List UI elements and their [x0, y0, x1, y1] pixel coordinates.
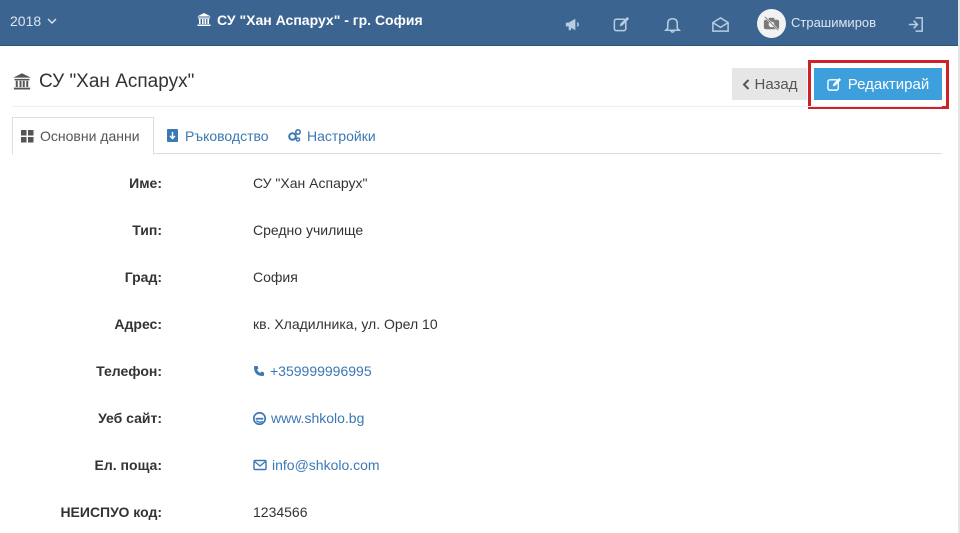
back-button-label: Назад [754, 75, 798, 93]
bell-icon[interactable] [662, 14, 682, 34]
edit-button-label: Редактирай [847, 75, 930, 93]
logout-icon[interactable] [906, 14, 926, 34]
edit-icon [826, 77, 841, 91]
page-title-text: СУ "Хан Аспарух" [39, 71, 195, 92]
top-navbar: 2018 СУ "Хан Аспарух" - гр. София Страши… [0, 0, 958, 46]
user-avatar[interactable] [757, 9, 786, 38]
detail-value: СУ "Хан Аспарух" [253, 175, 368, 191]
detail-row-type: Тип: Средно училище [0, 222, 900, 242]
detail-row-email: Ел. поща: info@shkolo.com [0, 457, 900, 477]
cogs-icon [288, 129, 301, 142]
detail-label: НЕИСПУО код: [60, 504, 162, 520]
phone-link[interactable]: +359999996995 [253, 363, 372, 379]
envelope-icon [253, 459, 267, 471]
institution-icon [13, 73, 31, 90]
detail-value: кв. Хладилника, ул. Орел 10 [253, 316, 438, 332]
detail-row-phone: Телефон: +359999996995 [0, 363, 900, 383]
detail-label: Уеб сайт: [98, 410, 162, 426]
detail-row-city: Град: София [0, 269, 900, 289]
detail-label: Телефон: [96, 363, 162, 379]
camera-off-icon [763, 16, 780, 31]
detail-row-website: Уеб сайт: www.shkolo.bg [0, 410, 900, 430]
phone-icon [254, 366, 264, 376]
detail-label: Адрес: [114, 316, 162, 332]
detail-label: Град: [124, 269, 162, 285]
envelope-icon[interactable] [710, 14, 730, 34]
detail-row-name: Име: СУ "Хан Аспарух" [0, 175, 900, 195]
detail-value: 1234566 [253, 504, 308, 520]
year-label: 2018 [10, 13, 42, 29]
email-link[interactable]: info@shkolo.com [253, 457, 380, 473]
chevron-down-icon [47, 18, 57, 24]
year-selector[interactable]: 2018 [10, 13, 57, 29]
detail-label: Име: [129, 175, 162, 191]
detail-label: Ел. поща: [94, 457, 162, 473]
back-button[interactable]: Назад [732, 68, 807, 100]
tab-settings[interactable]: Настройки [280, 117, 384, 154]
detail-value: София [253, 269, 298, 285]
tab-label: Настройки [307, 127, 376, 144]
detail-value: Средно училище [253, 222, 364, 238]
browser-icon [253, 411, 266, 425]
detail-label: Тип: [132, 222, 162, 238]
grid-icon [21, 129, 34, 142]
school-name: СУ "Хан Аспарух" - гр. София [217, 12, 423, 28]
institution-icon [197, 13, 211, 26]
school-brand[interactable]: СУ "Хан Аспарух" - гр. София [196, 12, 423, 28]
tab-label: Основни данни [40, 128, 140, 144]
user-name[interactable]: Страшимиров [791, 15, 876, 30]
edit-icon[interactable] [611, 14, 631, 34]
announcements-icon[interactable] [562, 14, 582, 34]
tab-basic-data[interactable]: Основни данни [12, 117, 154, 155]
tab-management[interactable]: Ръководство [158, 117, 277, 154]
detail-row-code: НЕИСПУО код: 1234566 [0, 504, 900, 524]
chevron-left-icon [742, 78, 749, 90]
tab-bar: Основни данни Ръководство Настройки [12, 117, 942, 155]
edit-button[interactable]: Редактирай [814, 68, 942, 100]
tab-label: Ръководство [185, 127, 269, 144]
website-link[interactable]: www.shkolo.bg [253, 410, 364, 426]
header-divider [12, 106, 942, 107]
detail-row-address: Адрес: кв. Хладилника, ул. Орел 10 [0, 316, 900, 336]
download-icon [167, 129, 178, 142]
page-title: СУ "Хан Аспарух" [12, 71, 194, 93]
